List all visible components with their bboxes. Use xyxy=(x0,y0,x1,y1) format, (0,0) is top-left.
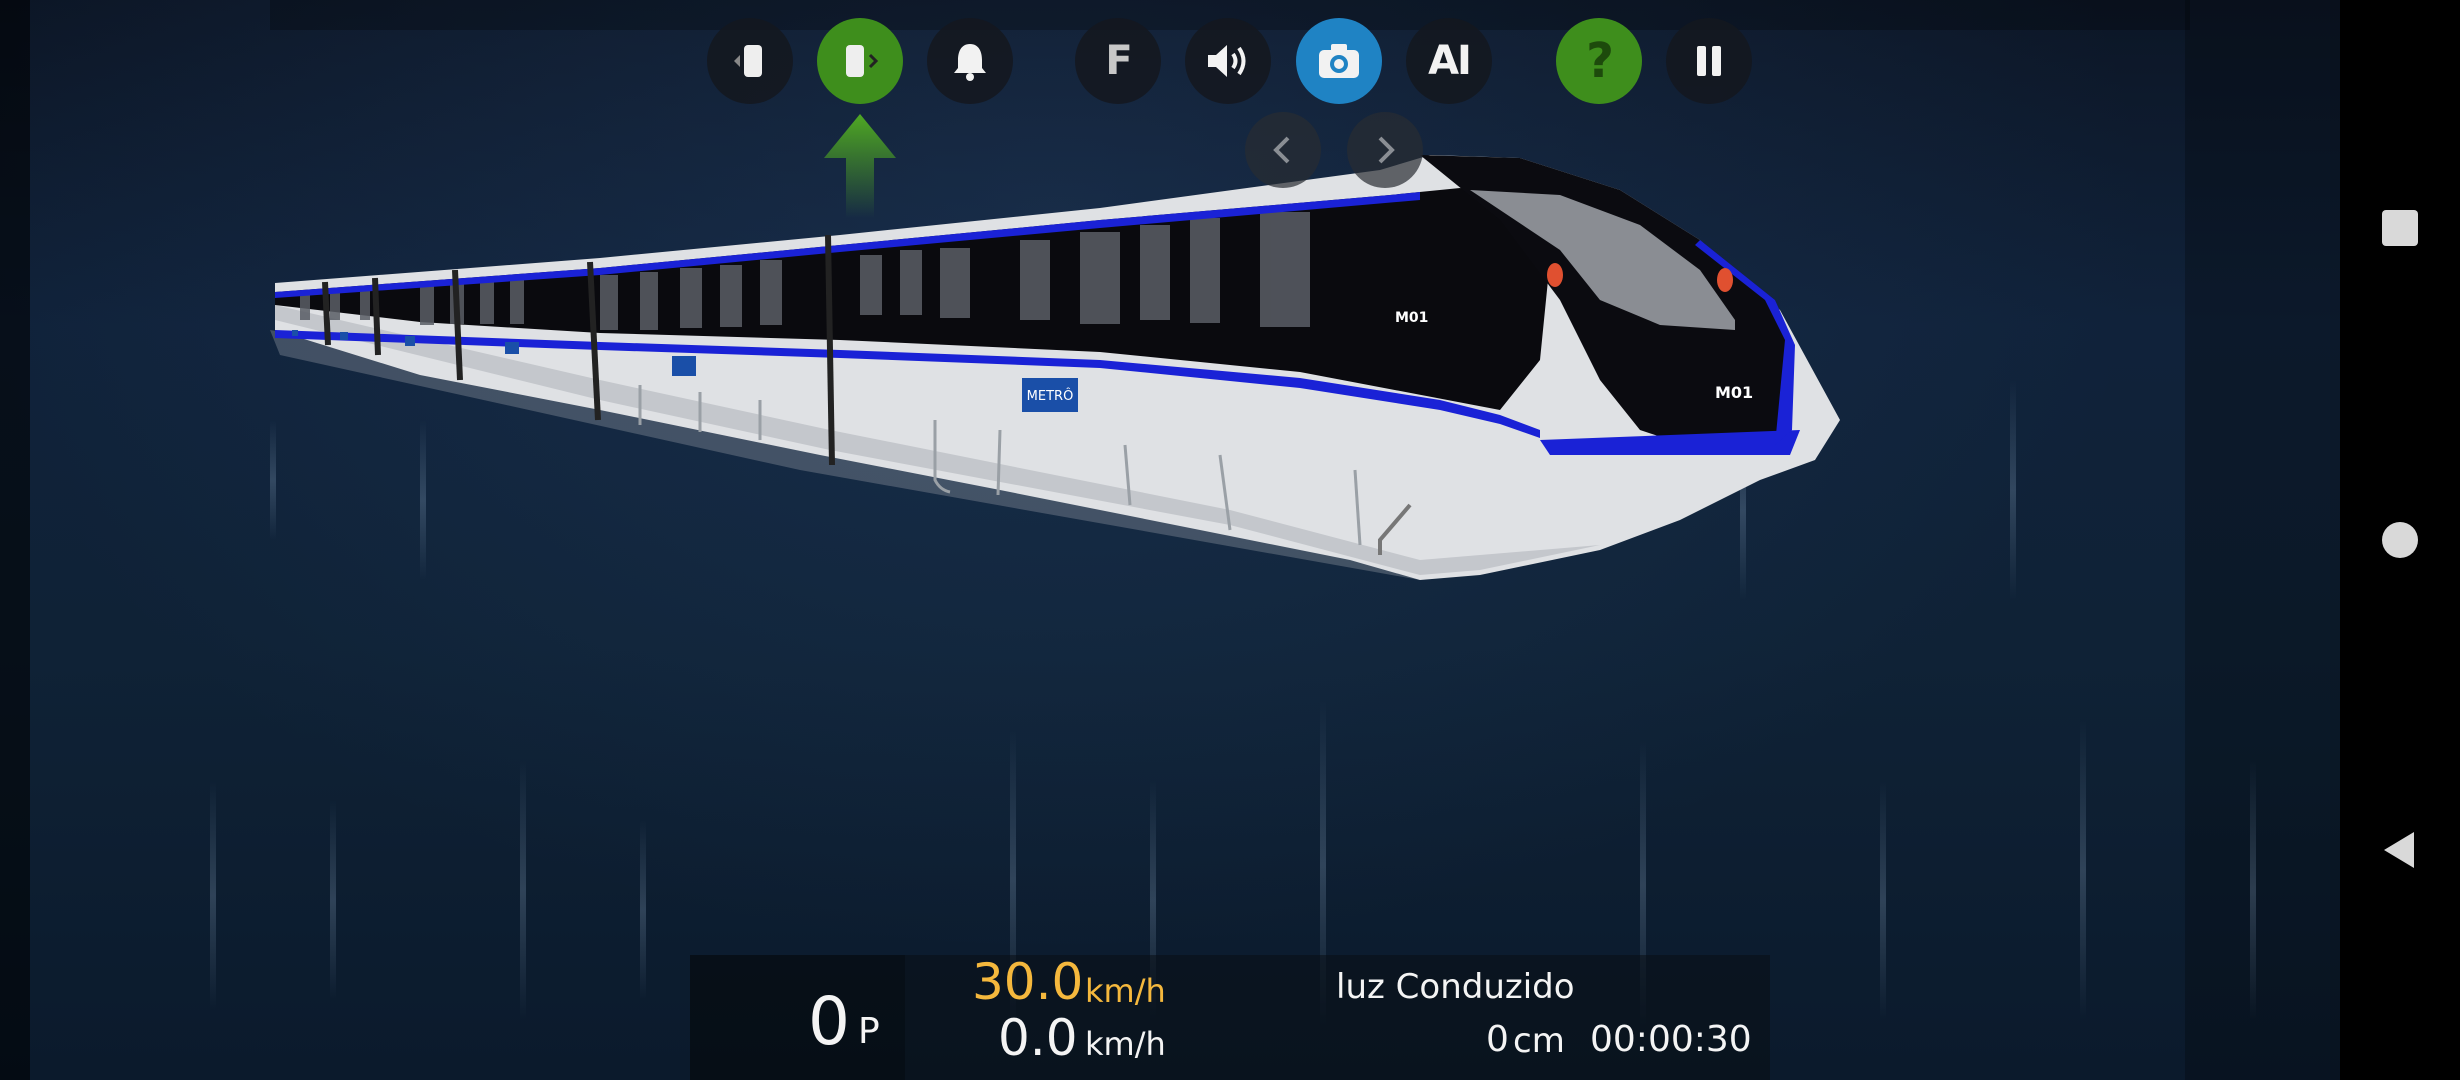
back-icon xyxy=(2384,832,2414,868)
help-label: ? xyxy=(1586,33,1614,89)
back-button[interactable] xyxy=(2340,790,2460,910)
phone-left-icon xyxy=(734,45,762,77)
game-viewport[interactable]: METRÔ M01 M01 F AI ? 0 P 30.0 km/h 0.0 k… xyxy=(0,0,2340,1080)
system-navigation-bar xyxy=(2340,0,2460,1080)
chevron-right-icon xyxy=(1378,136,1395,164)
pause-icon xyxy=(1697,46,1721,76)
camera-button[interactable] xyxy=(1296,18,1382,104)
camera-icon xyxy=(1319,44,1359,78)
speed-limit-unit: km/h xyxy=(1085,972,1166,1010)
speed-value: 0.0 xyxy=(998,1009,1078,1067)
speaker-icon xyxy=(1208,45,1246,77)
f-button[interactable]: F xyxy=(1075,18,1161,104)
chevron-left-icon xyxy=(1273,136,1290,164)
home-icon xyxy=(2382,522,2418,558)
camera-prev-button[interactable] xyxy=(1245,112,1321,188)
recents-icon xyxy=(2382,210,2418,246)
camera-next-button[interactable] xyxy=(1347,112,1423,188)
phone-right-icon xyxy=(846,45,879,77)
front-car-number: M01 xyxy=(1715,383,1753,402)
notch-value: 0 xyxy=(808,983,850,1060)
speed-limit-value: 30.0 xyxy=(972,953,1084,1011)
ai-label: AI xyxy=(1428,38,1472,84)
notch-unit: P xyxy=(858,1011,880,1052)
bell-button[interactable] xyxy=(927,18,1013,104)
elapsed-timer: 00:00:30 xyxy=(1590,1019,1752,1060)
side-car-number: M01 xyxy=(1395,310,1428,326)
speed-unit: km/h xyxy=(1085,1025,1166,1063)
up-arrow-indicator xyxy=(824,114,896,218)
help-button[interactable]: ? xyxy=(1556,18,1642,104)
status-text: luz Conduzido xyxy=(1336,967,1575,1007)
monorail-train: METRÔ M01 M01 xyxy=(270,155,1840,580)
next-car-view-button[interactable] xyxy=(817,18,903,104)
driving-hud: 0 P 30.0 km/h 0.0 km/h luz Conduzido 0 c… xyxy=(690,953,1770,1080)
f-label: F xyxy=(1105,38,1132,84)
home-button[interactable] xyxy=(2340,480,2460,600)
distance-unit: cm xyxy=(1513,1021,1565,1061)
recents-button[interactable] xyxy=(2340,168,2460,288)
pause-button[interactable] xyxy=(1666,18,1752,104)
sound-button[interactable] xyxy=(1185,18,1271,104)
bell-icon xyxy=(954,44,986,81)
svg-text:METRÔ: METRÔ xyxy=(1027,388,1074,404)
prev-car-view-button[interactable] xyxy=(707,18,793,104)
ai-button[interactable]: AI xyxy=(1406,18,1492,104)
distance-value: 0 xyxy=(1486,1019,1509,1060)
